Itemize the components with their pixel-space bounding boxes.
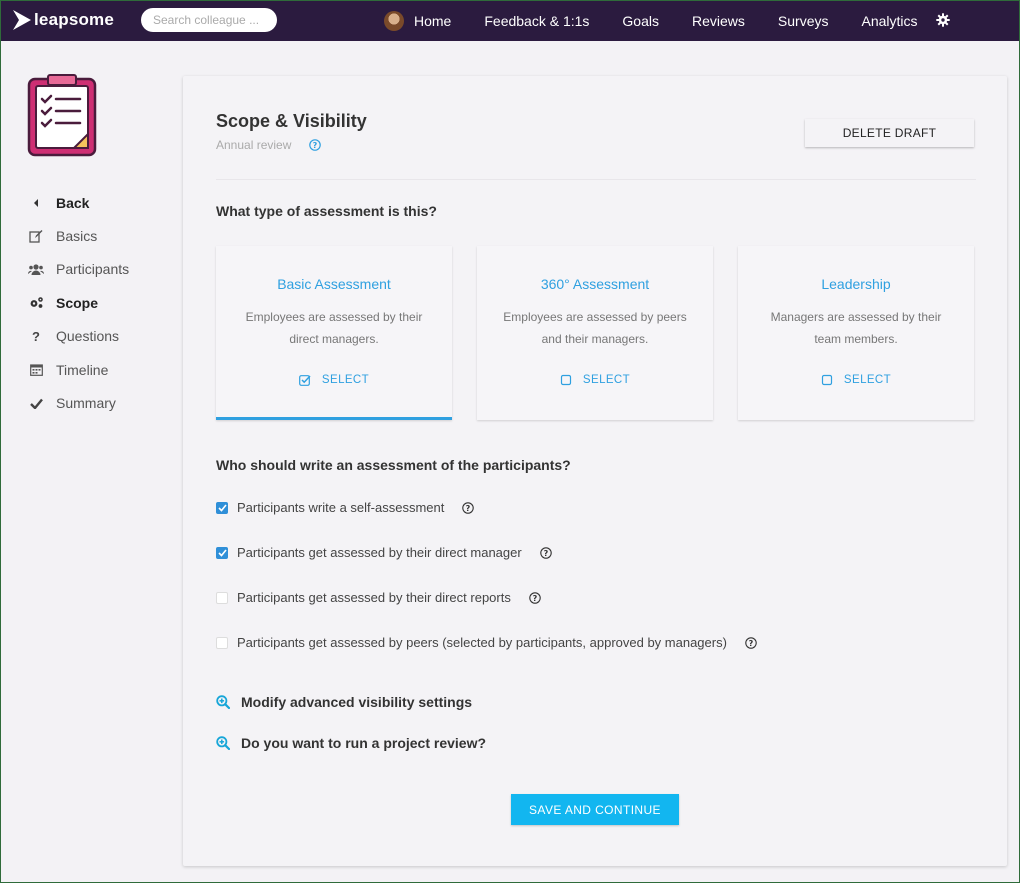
sidebar-item-scope[interactable]: Scope xyxy=(28,286,129,319)
option-direct-reports[interactable]: Participants get assessed by their direc… xyxy=(216,590,541,605)
sidebar-item-timeline[interactable]: Timeline xyxy=(28,353,129,386)
option-label: Participants get assessed by their direc… xyxy=(237,590,511,605)
empty-box-icon xyxy=(560,374,572,386)
sidebar-item-label: Scope xyxy=(56,294,99,311)
svg-text:?: ? xyxy=(543,549,548,558)
advanced-visibility-toggle[interactable]: Modify advanced visibility settings xyxy=(216,694,472,710)
edit-icon xyxy=(28,228,44,244)
nav-surveys[interactable]: Surveys xyxy=(778,13,829,29)
select-label: SELECT xyxy=(582,374,631,386)
help-icon[interactable]: ? xyxy=(539,546,552,559)
writers-question: Who should write an assessment of the pa… xyxy=(216,457,571,473)
sidebar-item-label: Timeline xyxy=(56,361,109,378)
sidebar-item-label: Basics xyxy=(56,228,98,245)
user-avatar[interactable] xyxy=(384,10,404,31)
gear-icon[interactable] xyxy=(936,13,950,27)
sidebar-item-back[interactable]: Back xyxy=(28,186,129,219)
cogs-icon xyxy=(28,295,44,311)
assessment-option-basic[interactable]: Basic Assessment Employees are assessed … xyxy=(216,246,452,420)
expander-label: Do you want to run a project review? xyxy=(241,735,487,751)
option-peers[interactable]: Participants get assessed by peers (sele… xyxy=(216,635,757,650)
help-icon[interactable]: ? xyxy=(529,591,541,604)
expander-label: Modify advanced visibility settings xyxy=(241,694,473,710)
assessment-description: Managers are assessed by their team memb… xyxy=(770,310,942,346)
checkbox-checked[interactable] xyxy=(216,546,228,559)
svg-text:?: ? xyxy=(533,594,538,603)
svg-text:?: ? xyxy=(466,504,471,513)
sidebar-item-label: Back xyxy=(56,194,90,211)
search-input[interactable] xyxy=(141,8,277,32)
assessment-description: Employees are assessed by their direct m… xyxy=(245,310,423,346)
sidebar-item-label: Participants xyxy=(56,261,130,278)
option-direct-manager[interactable]: Participants get assessed by their direc… xyxy=(216,545,552,560)
nav-feedback[interactable]: Feedback & 1:1s xyxy=(484,13,589,29)
select-basic-button[interactable]: SELECT xyxy=(216,374,452,386)
sidebar-item-label: Questions xyxy=(56,328,120,345)
checkbox-checked[interactable] xyxy=(216,501,228,514)
delete-draft-button[interactable]: DELETE DRAFT xyxy=(805,119,974,147)
select-leadership-button[interactable]: SELECT xyxy=(738,374,974,386)
brand-logo[interactable]: leapsome xyxy=(12,9,114,31)
assessment-description: Employees are assessed by peers and thei… xyxy=(503,310,687,346)
checkbox-unchecked[interactable] xyxy=(216,636,228,649)
nav-surveys-label: Surveys xyxy=(777,12,829,29)
calendar-icon xyxy=(28,362,44,378)
leapsome-logo-icon xyxy=(13,10,31,30)
select-label: SELECT xyxy=(321,374,370,386)
help-icon[interactable]: ? xyxy=(745,636,757,649)
option-label: Participants get assessed by their direc… xyxy=(237,545,522,560)
nav-home[interactable]: Home xyxy=(384,10,452,31)
nav-goals-label: Goals xyxy=(622,12,659,29)
sidebar-item-basics[interactable]: Basics xyxy=(28,219,129,252)
nav-analytics[interactable]: Analytics xyxy=(861,13,917,29)
nav-reviews-label: Reviews xyxy=(692,12,745,29)
empty-box-icon xyxy=(821,374,833,386)
divider xyxy=(216,179,976,180)
option-label: Participants write a self-assessment xyxy=(237,500,445,515)
top-nav: leapsome Home Feedback & 1:1s Goals Revi… xyxy=(0,0,1020,41)
select-label: SELECT xyxy=(843,374,892,386)
brand-name: leapsome xyxy=(34,10,115,29)
sidebar-item-participants[interactable]: Participants xyxy=(28,253,129,286)
nav-analytics-label: Analytics xyxy=(861,12,918,29)
assessment-type-question: What type of assessment is this? xyxy=(216,203,437,219)
svg-text:?: ? xyxy=(749,639,754,648)
check-icon xyxy=(28,395,44,411)
checkbox-unchecked[interactable] xyxy=(216,591,228,604)
assessment-title: 360° Assessment xyxy=(540,276,650,292)
assessment-option-leadership[interactable]: Leadership Managers are assessed by thei… xyxy=(738,246,974,420)
zoom-in-icon xyxy=(216,695,230,709)
help-icon[interactable]: ? xyxy=(309,139,322,151)
sidebar-item-questions[interactable]: ? Questions xyxy=(28,320,129,353)
checked-box-icon xyxy=(299,375,311,386)
users-icon xyxy=(28,261,44,277)
save-and-continue-button[interactable]: SAVE AND CONTINUE xyxy=(511,794,679,825)
sidebar-item-summary[interactable]: Summary xyxy=(28,386,129,419)
sidebar-item-label: Summary xyxy=(56,395,116,412)
assessment-title: Leadership xyxy=(821,276,891,292)
project-review-toggle[interactable]: Do you want to run a project review? xyxy=(216,735,486,751)
zoom-in-icon xyxy=(216,736,230,750)
clipboard-checklist-icon xyxy=(27,74,97,157)
help-icon[interactable]: ? xyxy=(462,501,475,514)
option-label: Participants get assessed by peers (sele… xyxy=(237,635,727,650)
caret-left-icon xyxy=(28,195,44,211)
nav-home-label: Home xyxy=(414,12,452,29)
question-icon: ? xyxy=(32,328,40,344)
nav-menu: Home Feedback & 1:1s Goals Reviews Surve… xyxy=(384,0,951,41)
nav-reviews[interactable]: Reviews xyxy=(692,13,745,29)
nav-goals[interactable]: Goals xyxy=(622,13,659,29)
option-self-assessment[interactable]: Participants write a self-assessment ? xyxy=(216,500,475,515)
nav-feedback-label: Feedback & 1:1s xyxy=(484,12,590,29)
review-name: Annual review xyxy=(216,138,292,152)
svg-text:?: ? xyxy=(313,141,318,150)
page-subtitle: Annual review ? xyxy=(216,138,322,152)
select-360-button[interactable]: SELECT xyxy=(477,374,713,386)
sidebar-menu: Back Basics Participants Scope ? Questio… xyxy=(28,186,129,420)
scope-card: Scope & Visibility Annual review ? DELET… xyxy=(183,76,1007,866)
assessment-title: Basic Assessment xyxy=(277,276,391,292)
page-title: Scope & Visibility xyxy=(216,111,367,131)
assessment-option-360[interactable]: 360° Assessment Employees are assessed b… xyxy=(477,246,713,420)
